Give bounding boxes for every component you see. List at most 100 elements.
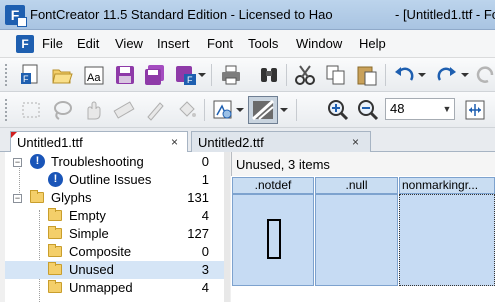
close-tab-icon[interactable]: × [171,135,178,149]
paste-icon[interactable] [354,62,380,88]
glyph-header-notdef: .notdef [232,177,314,194]
folder-icon [48,244,62,257]
mode-dropdown-icon[interactable] [278,97,290,123]
folder-icon [48,208,62,221]
tree-item-count: 127 [187,226,209,241]
undo-icon[interactable] [391,62,417,88]
main-toolbar: F Aa F [0,58,495,92]
tree-scrollbar[interactable] [224,152,230,302]
window-title-document: - [Untitled1.ttf - Font [395,7,495,22]
collapse-icon[interactable]: − [13,158,22,167]
glyph-cell-notdef[interactable] [232,194,314,286]
save-icon[interactable] [112,62,138,88]
collapse-icon[interactable]: − [13,194,22,203]
hand-pan-icon[interactable] [80,97,106,123]
tree-item-label: Composite [69,244,132,259]
document-menu-icon[interactable]: F [16,35,34,53]
tree-item-count: 3 [201,262,209,277]
tree-item-outline-issues[interactable]: ! Outline Issues 1 [5,171,229,189]
close-tab-icon[interactable]: × [352,135,359,149]
svg-text:F: F [23,74,29,84]
folder-icon [48,226,62,239]
tree-item-count: 1 [201,172,209,187]
ruler-icon[interactable] [111,97,137,123]
app-icon[interactable]: F [5,5,27,27]
toolbar-separator [385,64,386,86]
toolbar-separator [211,64,212,86]
menu-view[interactable]: View [115,36,143,51]
zoom-dropdown-icon[interactable]: ▼ [440,99,454,119]
menu-insert[interactable]: Insert [157,36,190,51]
fill-bucket-icon[interactable] [173,97,199,123]
toolbar-separator [204,99,205,121]
folder-icon [30,190,44,203]
edit-toolbar: 48 ▼ [0,92,495,128]
tree-item-simple[interactable]: Simple 127 [5,225,229,243]
glyph-header-null: .null [315,177,398,194]
glyph-category-tree: − ! Troubleshooting 0 ! Outline Issues 1… [5,152,229,302]
glyph-header-nonmarkingreturn: nonmarkingr... [399,177,495,194]
zoom-out-icon[interactable] [355,97,381,123]
outline-mode-icon[interactable] [248,96,278,124]
toolbar-grip[interactable] [5,99,9,121]
refresh-icon[interactable] [476,62,494,88]
modified-marker [11,132,17,138]
save-dropdown-icon[interactable] [196,62,208,88]
fit-to-window-icon[interactable] [462,97,488,123]
warning-icon: ! [48,172,63,187]
tree-item-label: Simple [69,226,109,241]
category-status: Unused, 3 items [236,157,330,172]
open-folder-icon[interactable] [49,62,75,88]
toolbar-separator [286,64,287,86]
toolbar-separator [296,99,297,121]
warning-icon: ! [30,154,45,169]
toolbar-grip[interactable] [5,64,9,86]
menu-edit[interactable]: Edit [77,36,99,51]
tab-untitled1[interactable]: Untitled1.ttf × [10,131,188,153]
menu-font[interactable]: Font [207,36,233,51]
tab-label: Untitled1.ttf [17,135,83,150]
menu-help[interactable]: Help [359,36,386,51]
view-dropdown-icon[interactable] [234,97,246,123]
tab-label: Untitled2.ttf [198,135,264,150]
glyph-view-icon[interactable] [210,97,236,123]
tree-item-composite[interactable]: Composite 0 [5,243,229,261]
tree-item-unmapped[interactable]: Unmapped 4 [5,279,229,297]
zoom-in-icon[interactable] [325,97,351,123]
tree-item-label: Outline Issues [69,172,152,187]
tree-item-glyphs[interactable]: − Glyphs 131 [5,189,229,207]
tree-item-unused[interactable]: Unused 3 [5,261,229,279]
menu-window[interactable]: Window [296,36,342,51]
tree-item-troubleshooting[interactable]: − ! Troubleshooting 0 [5,153,229,171]
lasso-icon[interactable] [49,97,75,123]
folder-icon [48,280,62,293]
find-binoculars-icon[interactable] [256,62,282,88]
rectangle-select-icon[interactable] [18,97,44,123]
menu-tools[interactable]: Tools [248,36,278,51]
tab-untitled2[interactable]: Untitled2.ttf × [191,131,371,152]
tree-item-count: 4 [201,208,209,223]
new-font-icon[interactable]: F [18,62,44,88]
copy-icon[interactable] [323,62,349,88]
glyph-cell-null[interactable] [315,194,398,286]
menu-file[interactable]: File [42,36,63,51]
glyph-cell-nonmarkingreturn[interactable] [399,194,495,286]
title-bar: F FontCreator 11.5 Standard Edition - Li… [0,0,495,30]
tree-item-count: 0 [201,154,209,169]
tree-item-label: Unmapped [69,280,133,295]
undo-dropdown-icon[interactable] [416,62,428,88]
document-tab-strip: Untitled1.ttf × Untitled2.ttf × [0,128,495,153]
tree-item-count: 131 [187,190,209,205]
tree-item-label: Empty [69,208,106,223]
tree-item-count: 0 [201,244,209,259]
tree-item-empty[interactable]: Empty 4 [5,207,229,225]
cut-icon[interactable] [292,62,318,88]
print-icon[interactable] [218,62,244,88]
redo-icon[interactable] [434,62,460,88]
save-all-icon[interactable] [142,62,168,88]
redo-dropdown-icon[interactable] [459,62,471,88]
pen-icon[interactable] [142,97,168,123]
tree-item-label: Glyphs [51,190,92,205]
font-preview-icon[interactable]: Aa [81,62,107,88]
svg-text:F: F [187,75,193,85]
